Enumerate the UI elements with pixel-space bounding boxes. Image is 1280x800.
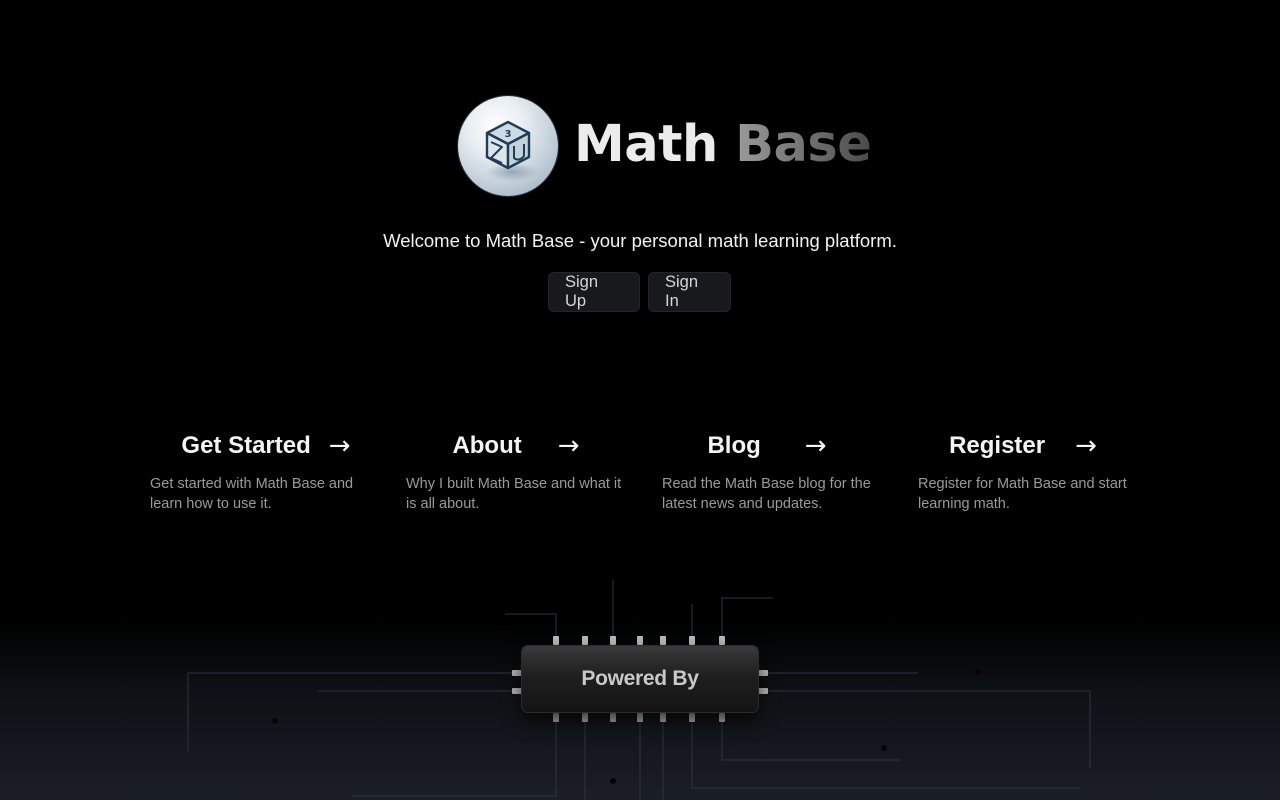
site-title-word-2: Base — [735, 115, 872, 174]
powered-by-chip: Powered By — [522, 646, 758, 712]
card-register[interactable]: Register → Register for Math Base and st… — [918, 428, 1128, 514]
svg-text:3: 3 — [505, 129, 512, 140]
cube-icon: 3 — [485, 120, 538, 181]
site-title: Math Base — [574, 112, 872, 178]
welcome-tagline: Welcome to Math Base - your personal mat… — [383, 230, 897, 251]
card-description: Get started with Math Base and learn how… — [150, 476, 354, 512]
card-description: Read the Math Base blog for the latest n… — [662, 476, 871, 512]
card-blog[interactable]: Blog → Read the Math Base blog for the l… — [662, 428, 872, 514]
card-header: About → — [406, 428, 626, 464]
card-header: Blog → — [662, 428, 872, 464]
math-base-logo: 3 — [458, 96, 558, 196]
card-title: Blog — [707, 432, 761, 459]
site-title-word-1: Math — [574, 115, 718, 174]
arrow-right-icon: → — [557, 431, 580, 461]
arrow-right-icon: → — [804, 431, 827, 461]
card-header: Get Started → — [150, 428, 382, 464]
card-about[interactable]: About → Why I built Math Base and what i… — [406, 428, 626, 514]
sign-up-button[interactable]: Sign Up — [548, 272, 640, 312]
auth-buttons: Sign Up Sign In — [548, 272, 731, 312]
card-header: Register → — [918, 428, 1128, 464]
sign-in-button[interactable]: Sign In — [648, 272, 731, 312]
card-description: Register for Math Base and start learnin… — [918, 476, 1127, 512]
powered-by-label: Powered By — [581, 667, 699, 690]
card-description: Why I built Math Base and what it is all… — [406, 476, 622, 512]
card-title: Get Started — [181, 432, 311, 459]
card-title: Register — [949, 432, 1046, 459]
arrow-right-icon: → — [328, 431, 351, 461]
card-get-started[interactable]: Get Started → Get started with Math Base… — [150, 428, 382, 514]
card-title: About — [452, 432, 522, 459]
arrow-right-icon: → — [1075, 431, 1097, 461]
